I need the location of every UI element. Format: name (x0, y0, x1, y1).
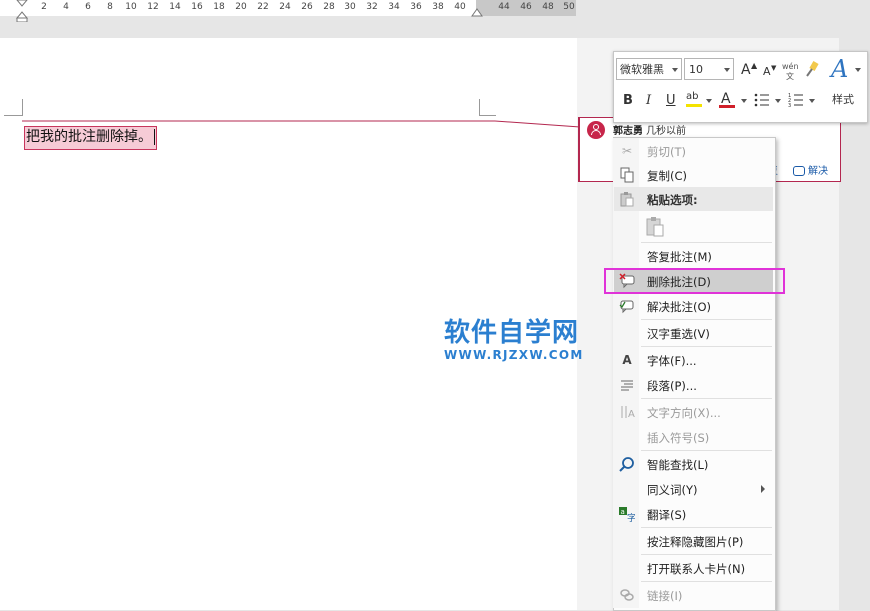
chevron-down-icon[interactable] (775, 99, 781, 103)
font-size-select[interactable]: 10 (684, 58, 734, 80)
font-name-select[interactable]: 微软雅黑 (616, 58, 682, 80)
styles-label[interactable]: 样式 (832, 91, 854, 107)
clipboard-icon (645, 216, 667, 238)
resolve-icon (793, 166, 805, 176)
highlight-color-swatch (686, 104, 702, 107)
menu-item-copy[interactable]: 复制(C) (614, 163, 773, 187)
menu-item-open-contact-card[interactable]: 打开联系人卡片(N) (614, 556, 773, 580)
svg-text:A: A (628, 409, 635, 420)
menu-item-label: 解决批注(O) (647, 299, 711, 315)
paste-icon (619, 191, 635, 207)
menu-item-label: 汉字重选(V) (647, 326, 710, 342)
avatar (587, 121, 605, 139)
menu-header-paste-options: 粘贴选项: (614, 187, 773, 211)
menu-item-translate[interactable]: a字 翻译(S) (614, 502, 773, 526)
menu-separator (641, 319, 772, 320)
menu-item-label: 文字方向(X)... (647, 405, 721, 421)
menu-item-insert-symbol[interactable]: 插入符号(S) (614, 425, 773, 449)
chevron-down-icon[interactable] (809, 99, 815, 103)
menu-separator (641, 581, 772, 582)
menu-item-paste-keep-text[interactable] (614, 212, 773, 242)
menu-item-text-direction[interactable]: A 文字方向(X)... (614, 400, 773, 424)
menu-item-reconvert[interactable]: 汉字重选(V) (614, 321, 773, 345)
scissors-icon: ✂ (619, 143, 635, 159)
menu-item-paragraph[interactable]: 段落(P)... (614, 373, 773, 397)
highlight-button[interactable]: ab (686, 89, 698, 105)
menu-item-label: 插入符号(S) (647, 430, 709, 446)
chevron-down-icon (724, 68, 730, 72)
text-direction-icon: A (619, 404, 635, 420)
svg-text:字: 字 (627, 512, 635, 522)
menu-item-link[interactable]: 链接(I) (614, 583, 773, 607)
menu-item-label: 翻译(S) (647, 507, 686, 523)
font-color-swatch (719, 105, 735, 108)
phonetic-guide-icon: 文 (786, 69, 794, 85)
comment-author: 郭志勇 (613, 122, 643, 137)
menu-item-reply-comment[interactable]: 答复批注(M) (614, 244, 773, 268)
chevron-down-icon[interactable] (741, 99, 747, 103)
shrink-font-arrow-icon: ▼ (771, 60, 776, 76)
menu-item-label: 答复批注(M) (647, 249, 712, 265)
watermark-main: 软件自学网 (444, 318, 584, 348)
menu-item-label: 粘贴选项: (647, 192, 698, 208)
menu-item-cut[interactable]: ✂ 剪切(T) (614, 139, 773, 163)
format-painter-icon[interactable] (803, 60, 821, 78)
font-icon: A (619, 352, 635, 368)
font-name-value: 微软雅黑 (620, 63, 664, 76)
menu-item-hide-ink[interactable]: 按注释隐藏图片(P) (614, 529, 773, 553)
menu-separator (641, 527, 772, 528)
styles-icon[interactable]: A (831, 55, 848, 83)
underline-button[interactable]: U (666, 93, 676, 109)
menu-item-label: 按注释隐藏图片(P) (647, 534, 743, 550)
grow-font-button[interactable]: A (741, 62, 751, 78)
watermark-sub: WWW.RJZXW.COM (444, 348, 584, 362)
menu-separator (641, 554, 772, 555)
menu-item-label: 打开联系人卡片(N) (647, 561, 745, 577)
menu-separator (641, 398, 772, 399)
menu-item-label: 剪切(T) (647, 144, 686, 160)
resolve-button[interactable]: 解决 (793, 162, 828, 177)
translate-icon: a字 (619, 506, 635, 522)
svg-text:3: 3 (788, 103, 791, 108)
smart-lookup-icon (619, 456, 635, 472)
menu-item-resolve-comment[interactable]: 解决批注(O) (614, 294, 773, 318)
menu-separator (641, 450, 772, 451)
chevron-right-icon (761, 485, 765, 493)
menu-separator (641, 346, 772, 347)
chevron-down-icon[interactable] (855, 68, 861, 72)
commented-text[interactable]: 把我的批注删除掉。 (24, 126, 157, 150)
menu-item-label: 智能查找(L) (647, 457, 708, 473)
grow-font-arrow-icon: ▲ (751, 58, 757, 74)
menu-item-label: 同义词(Y) (647, 482, 698, 498)
bold-button[interactable]: B (623, 93, 633, 109)
shrink-font-button[interactable]: A (763, 64, 771, 80)
menu-item-synonyms[interactable]: 同义词(Y) (614, 477, 773, 501)
chevron-down-icon (672, 68, 678, 72)
link-icon (619, 587, 635, 603)
highlight-annotation-box (604, 268, 785, 294)
text-cursor (154, 129, 155, 145)
resolve-comment-icon (619, 298, 635, 314)
chevron-down-icon[interactable] (706, 99, 712, 103)
comment-time: 几秒以前 (646, 122, 686, 137)
menu-item-font[interactable]: A 字体(F)... (614, 348, 773, 372)
menu-item-label: 字体(F)... (647, 353, 697, 369)
menu-item-label: 链接(I) (647, 588, 682, 604)
bullets-icon[interactable] (754, 92, 770, 108)
copy-icon (619, 167, 635, 183)
svg-text:a: a (621, 508, 625, 516)
paragraph-icon (619, 377, 635, 393)
font-size-value: 10 (689, 63, 703, 76)
document-text: 把我的批注删除掉。 (26, 129, 152, 145)
menu-separator (641, 242, 772, 243)
menu-item-label: 段落(P)... (647, 378, 697, 394)
menu-item-smart-lookup[interactable]: 智能查找(L) (614, 452, 773, 476)
menu-item-label: 复制(C) (647, 168, 687, 184)
numbering-icon[interactable]: 1 2 3 (788, 92, 804, 108)
italic-button[interactable]: I (646, 93, 651, 109)
resolve-label: 解决 (808, 166, 828, 177)
watermark: 软件自学网 WWW.RJZXW.COM (444, 318, 584, 362)
